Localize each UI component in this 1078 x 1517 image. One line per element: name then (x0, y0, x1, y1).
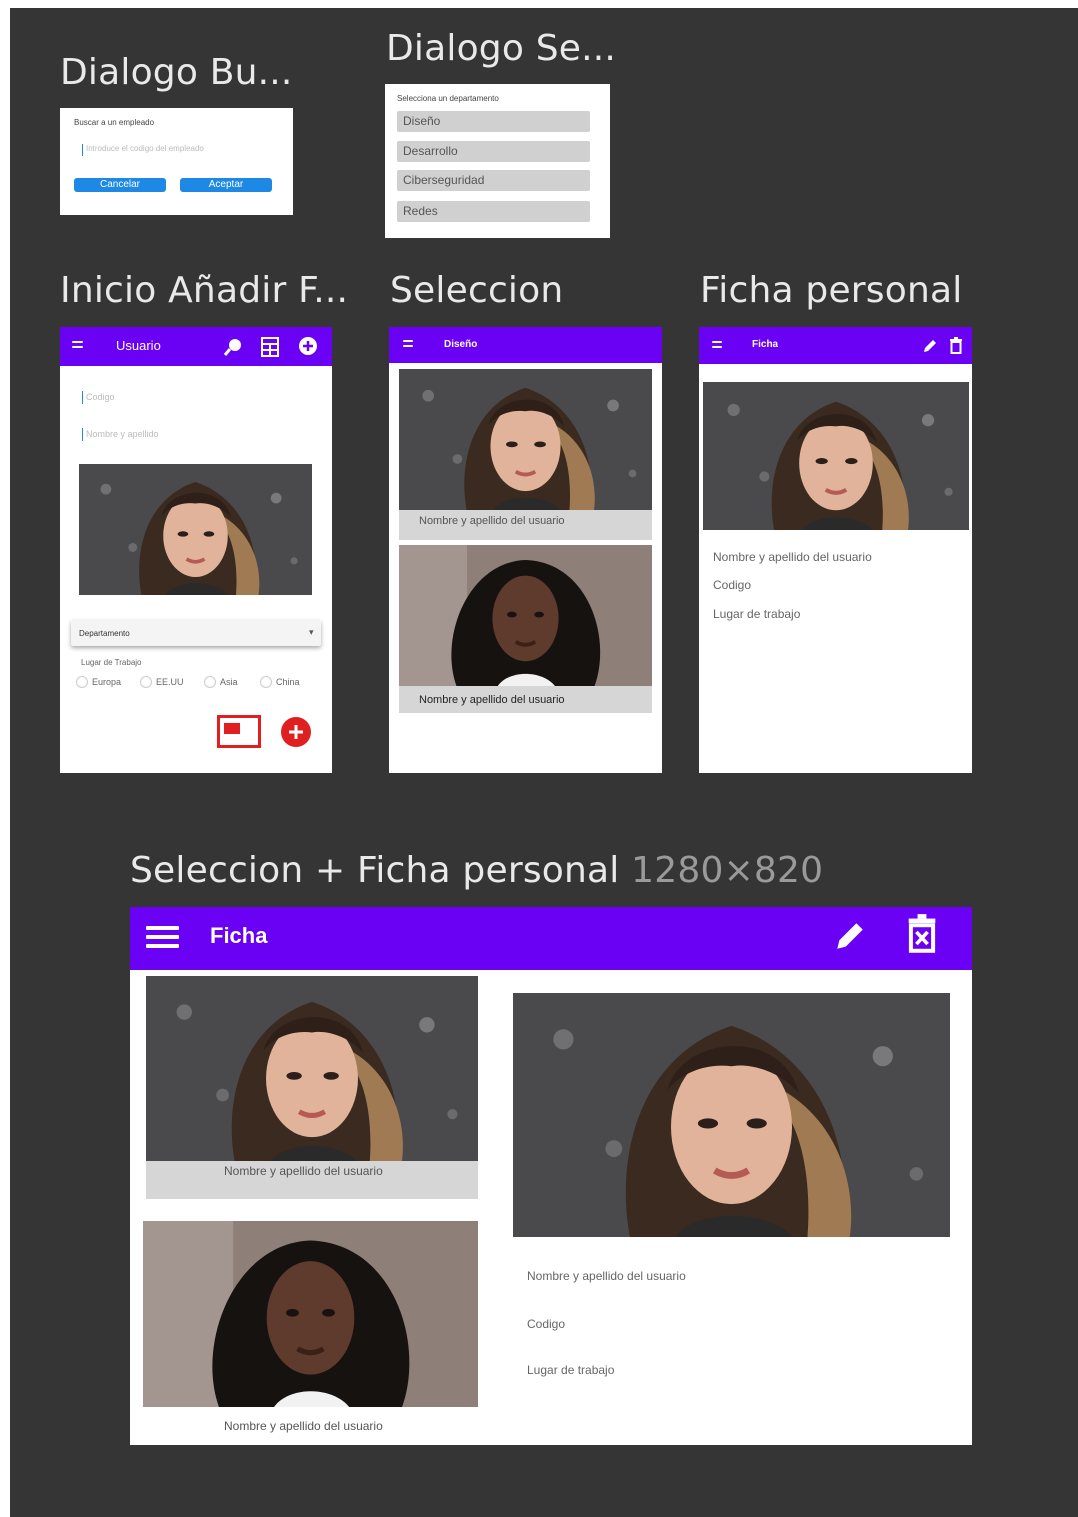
menu-icon[interactable] (146, 926, 179, 948)
app-bar: Diseño (389, 327, 662, 363)
menu-icon[interactable] (712, 341, 722, 348)
app-bar: Usuario (60, 327, 332, 366)
frame-title-dialogo-seleccion: Dialogo Se... (386, 28, 617, 69)
info-name: Nombre y apellido del usuario (527, 1269, 686, 1283)
inicio-frame: Usuario Codigo Nombre y apellido Departa… (60, 327, 332, 773)
dropdown-label: Departamento (79, 629, 130, 638)
menu-icon[interactable] (403, 340, 413, 347)
option-desarrollo[interactable]: Desarrollo (397, 141, 590, 162)
text-cursor (82, 144, 83, 156)
dialog-heading: Selecciona un departamento (397, 94, 499, 103)
card-caption: Nombre y apellido del usuario (224, 1164, 383, 1178)
info-code: Codigo (527, 1317, 566, 1331)
menu-icon[interactable] (72, 341, 83, 348)
user-photo (399, 545, 652, 686)
frame-title-combo: Seleccion + Ficha personal 1280×820 (130, 850, 823, 891)
delete-icon[interactable] (949, 336, 963, 354)
code-input[interactable]: Codigo (86, 392, 115, 402)
user-photo (143, 1221, 478, 1407)
image-icon[interactable] (217, 715, 261, 748)
radio-label: Asia (220, 677, 238, 687)
user-photo-large (513, 993, 950, 1237)
add-fab-icon[interactable] (280, 716, 312, 748)
text-cursor (82, 428, 83, 441)
radio-china[interactable] (260, 676, 272, 688)
workplace-label: Lugar de Trabajo (81, 658, 142, 667)
frame-title-ficha: Ficha personal (700, 270, 963, 311)
option-ciberseguridad[interactable]: Ciberseguridad (397, 170, 590, 191)
combo-frame: Ficha Nombre y apellido del usuario Nomb… (130, 907, 972, 1445)
department-dropdown[interactable]: Departamento ▾ (71, 620, 321, 646)
radio-asia[interactable] (204, 676, 216, 688)
user-photo (703, 382, 969, 530)
frame-title-seleccion: Seleccion (390, 270, 564, 311)
user-photo (146, 976, 478, 1163)
app-bar: Ficha (699, 327, 972, 364)
edit-icon[interactable] (922, 338, 938, 354)
card-caption: Nombre y apellido del usuario (419, 515, 565, 527)
app-bar-title: Usuario (116, 338, 161, 353)
card-caption: Nombre y apellido del usuario (224, 1419, 383, 1433)
app-bar-title: Diseño (444, 339, 478, 350)
cancel-button[interactable]: Cancelar (74, 178, 166, 192)
name-input[interactable]: Nombre y apellido (86, 429, 159, 439)
app-bar: Ficha (130, 907, 972, 970)
radio-label: EE.UU (156, 677, 184, 687)
edit-icon[interactable] (833, 919, 867, 953)
user-photo[interactable] (79, 464, 312, 595)
dialog-buscar-frame[interactable]: Buscar a un empleado Introduce el codigo… (60, 108, 293, 215)
radio-label: China (276, 677, 300, 687)
user-photo (399, 369, 652, 510)
frame-title-dialogo-buscar: Dialogo Bu... (60, 52, 293, 93)
frame-size-label: 1280×820 (631, 850, 824, 891)
option-redes[interactable]: Redes (397, 201, 590, 222)
search-code-input[interactable]: Introduce el codigo del empleado (86, 144, 204, 153)
radio-eeuu[interactable] (140, 676, 152, 688)
text-cursor (82, 391, 83, 404)
info-code: Codigo (713, 578, 752, 592)
chevron-down-icon: ▾ (309, 627, 314, 637)
design-canvas: Dialogo Bu... Buscar a un empleado Intro… (10, 8, 1078, 1517)
dialog-heading: Buscar a un empleado (74, 118, 155, 127)
info-workplace: Lugar de trabajo (527, 1363, 615, 1377)
radio-label: Europa (92, 677, 122, 687)
radio-europa[interactable] (76, 676, 88, 688)
delete-icon[interactable] (906, 913, 938, 953)
search-icon[interactable] (222, 336, 244, 358)
ficha-frame: Ficha Nombre y apellido del usuario Codi… (699, 327, 972, 773)
app-bar-title: Ficha (752, 339, 779, 350)
dialog-seleccion-frame[interactable]: Selecciona un departamento Diseño Desarr… (385, 84, 610, 238)
list-icon[interactable] (261, 337, 279, 357)
app-bar-title: Ficha (210, 923, 268, 948)
frame-title-inicio: Inicio Añadir F... (60, 270, 349, 311)
option-diseno[interactable]: Diseño (397, 111, 590, 132)
info-workplace: Lugar de trabajo (713, 607, 801, 621)
combo-title-text: Seleccion + Ficha personal (130, 850, 620, 891)
card-caption: Nombre y apellido del usuario (419, 694, 565, 706)
accept-button[interactable]: Aceptar (180, 178, 272, 192)
info-name: Nombre y apellido del usuario (713, 550, 872, 564)
add-icon[interactable] (298, 336, 318, 356)
seleccion-frame: Diseño Nombre y apellido del usuario Nom… (389, 327, 662, 773)
